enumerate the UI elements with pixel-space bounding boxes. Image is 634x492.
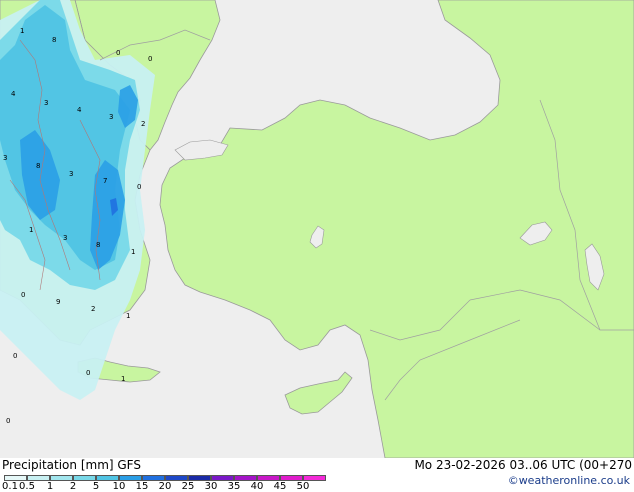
scale-label: 0.5 bbox=[19, 481, 35, 492]
value-label: 1 bbox=[20, 27, 24, 35]
credit-link[interactable]: ©weatheronline.co.uk bbox=[508, 474, 630, 487]
value-label: 4 bbox=[11, 90, 16, 98]
scale-label: 5 bbox=[92, 481, 100, 492]
precipitation-map: 1 8 0 0 4 3 4 3 2 3 8 3 7 0 1 3 8 1 0 9 … bbox=[0, 0, 634, 458]
value-label: 1 bbox=[131, 248, 135, 256]
value-label: 7 bbox=[103, 177, 107, 185]
value-label: 0 bbox=[13, 352, 17, 360]
value-label: 3 bbox=[63, 234, 67, 242]
value-label: 9 bbox=[56, 298, 60, 306]
value-label: 1 bbox=[126, 312, 130, 320]
value-label: 8 bbox=[96, 241, 100, 249]
scale-label: 30 bbox=[204, 481, 218, 492]
value-label: 8 bbox=[52, 36, 56, 44]
scale-label: 0.1 bbox=[2, 481, 18, 492]
value-label: 2 bbox=[91, 305, 95, 313]
value-label: 3 bbox=[44, 99, 48, 107]
scale-label: 25 bbox=[181, 481, 195, 492]
scale-label: 35 bbox=[227, 481, 241, 492]
scale-label: 40 bbox=[250, 481, 264, 492]
scale-label: 20 bbox=[158, 481, 172, 492]
map-footer: Precipitation [mm] GFS Mo 23-02-2026 03.… bbox=[0, 458, 634, 492]
color-scale: 0.1 0.5 1 2 5 10 15 20 25 30 35 40 45 50 bbox=[2, 474, 334, 492]
scale-label: 2 bbox=[69, 481, 77, 492]
scale-label: 50 bbox=[296, 481, 310, 492]
value-label: 0 bbox=[21, 291, 25, 299]
value-label: 0 bbox=[148, 55, 152, 63]
value-label: 3 bbox=[69, 170, 73, 178]
scale-label: 1 bbox=[46, 481, 54, 492]
value-label: 0 bbox=[137, 183, 141, 191]
value-label: 2 bbox=[141, 120, 145, 128]
value-label: 0 bbox=[116, 49, 120, 57]
scale-label: 15 bbox=[135, 481, 149, 492]
value-label: 1 bbox=[121, 375, 125, 383]
map-datetime: Mo 23-02-2026 03..06 UTC (00+270 bbox=[414, 458, 632, 472]
map-title: Precipitation [mm] GFS bbox=[2, 458, 141, 472]
value-label: 0 bbox=[86, 369, 90, 377]
value-label: 1 bbox=[29, 226, 33, 234]
value-label: 4 bbox=[77, 106, 82, 114]
value-label: 3 bbox=[3, 154, 7, 162]
scale-label: 45 bbox=[273, 481, 287, 492]
value-label: 8 bbox=[36, 162, 40, 170]
value-label: 3 bbox=[109, 113, 113, 121]
value-label: 0 bbox=[6, 417, 10, 425]
scale-label: 10 bbox=[112, 481, 126, 492]
